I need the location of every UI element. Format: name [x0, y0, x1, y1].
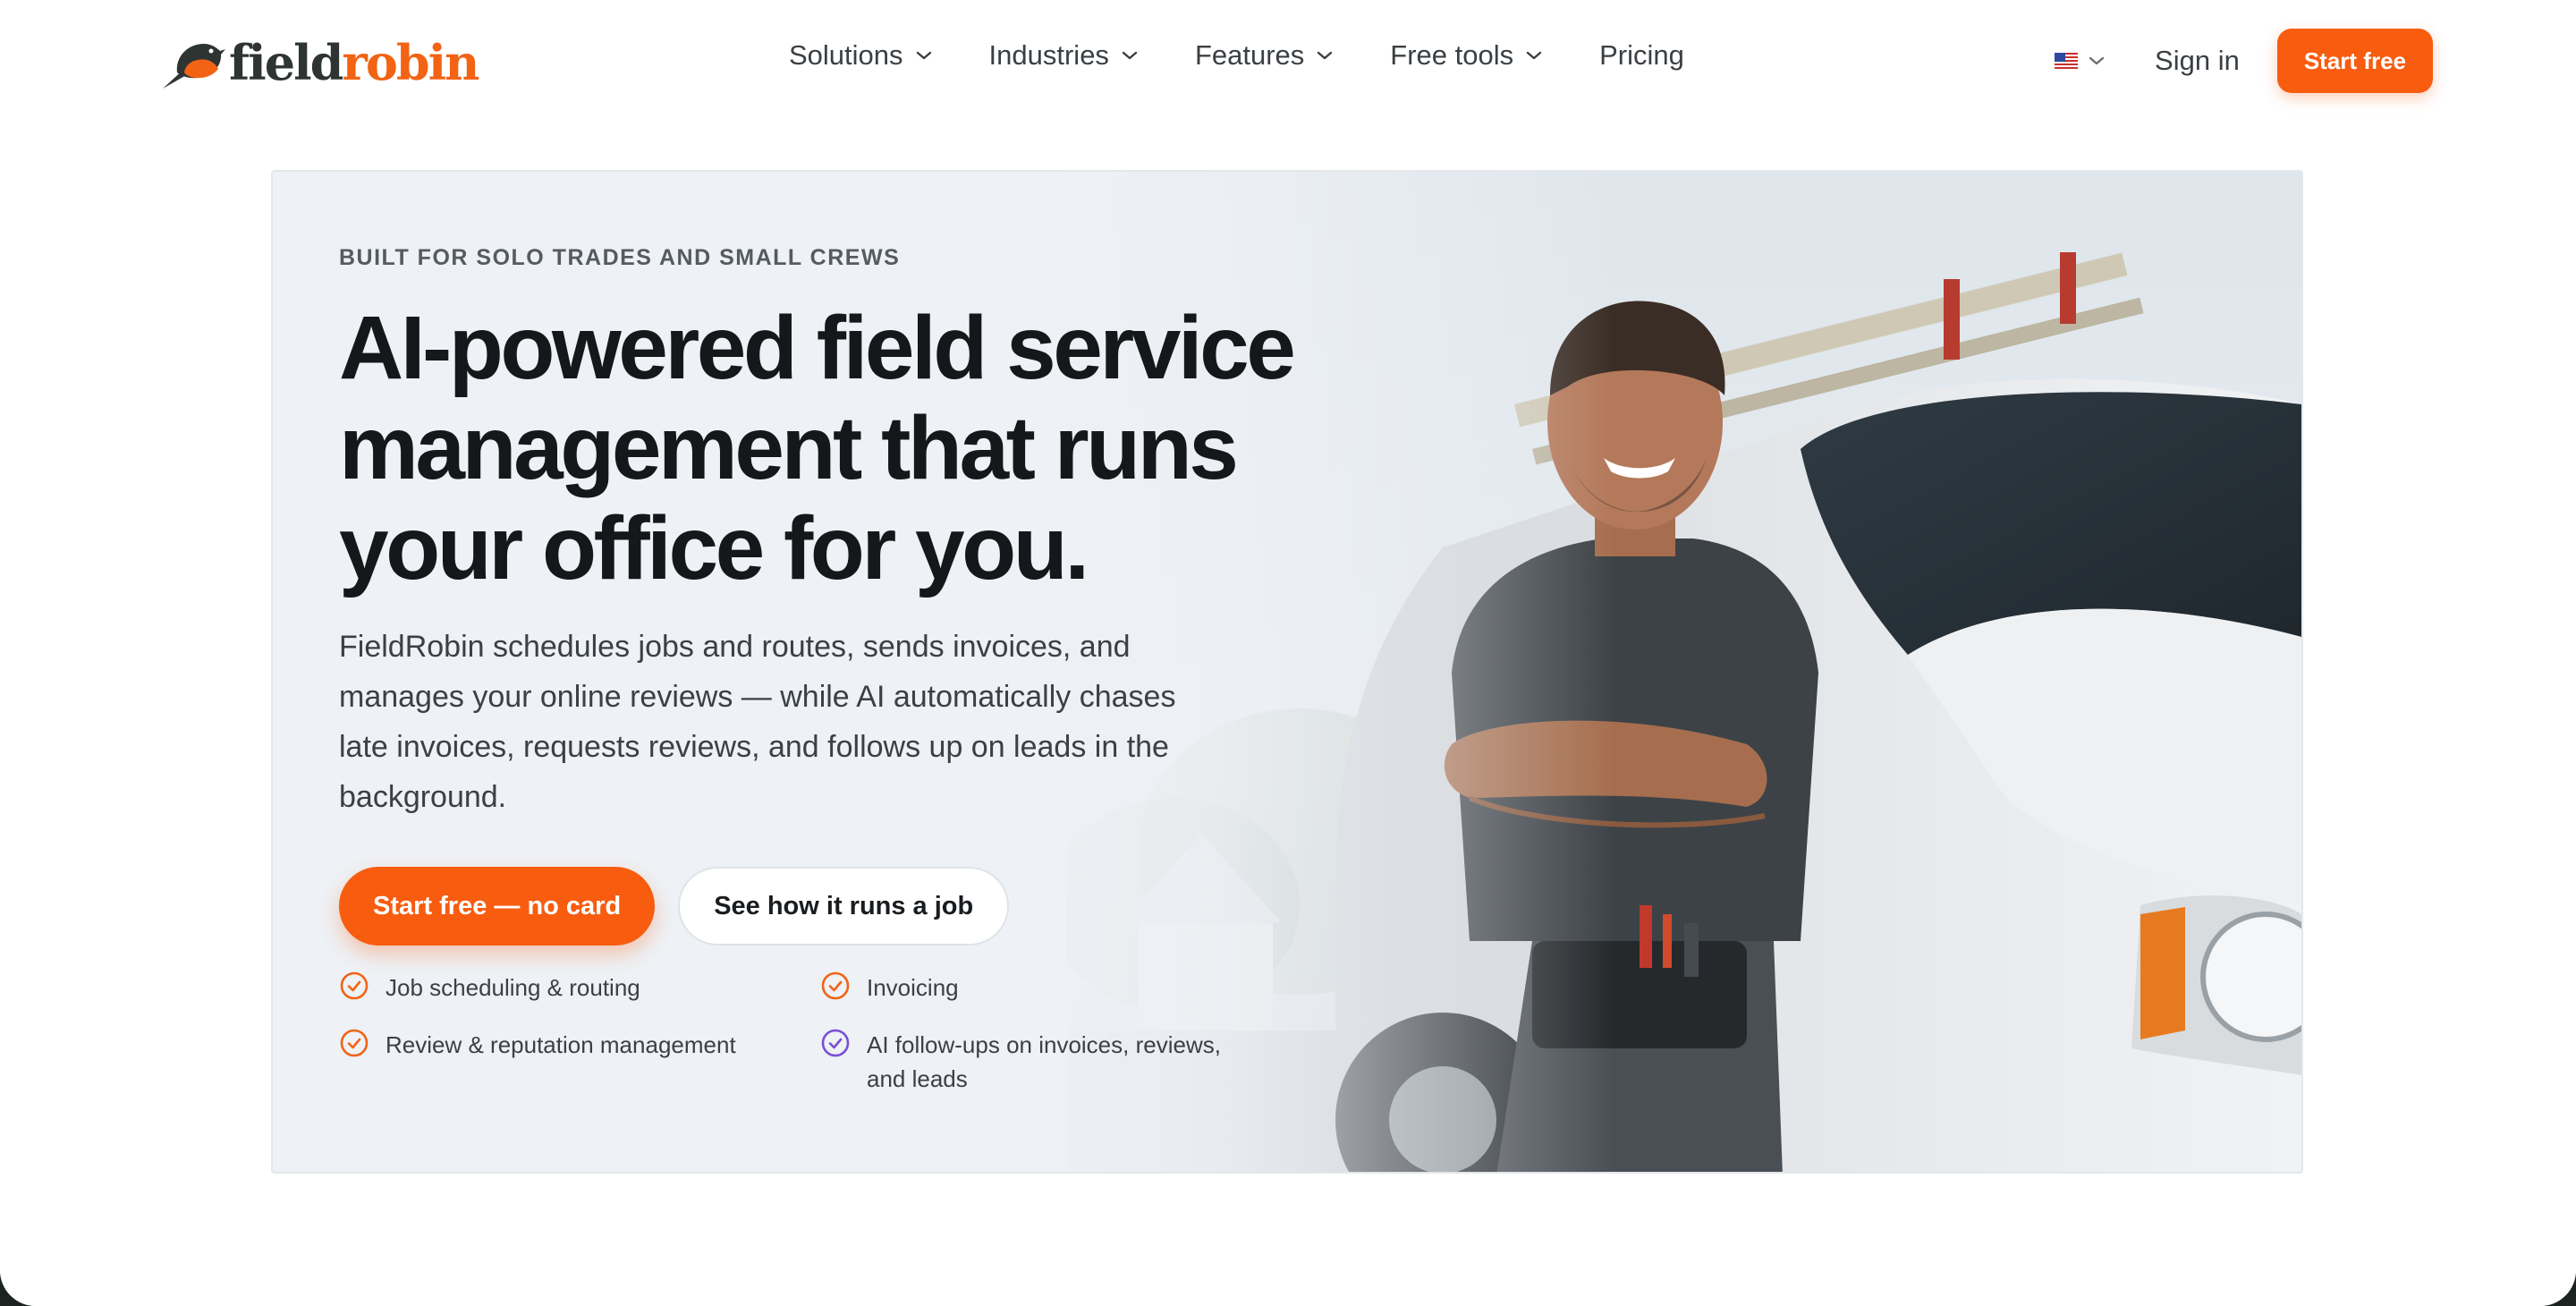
feature-label: Review & reputation management [386, 1031, 736, 1058]
check-circle-ai-icon [821, 1029, 850, 1057]
nav-solutions[interactable]: Solutions [789, 39, 932, 72]
hero-headline-line1: AI-powered field service [339, 298, 1296, 398]
us-flag-icon [2055, 53, 2079, 69]
chevron-down-icon [1526, 51, 1542, 60]
nav-right: Sign in Start free [2055, 29, 2433, 93]
hero-section: BUILT FOR SOLO TRADES AND SMALL CREWS AI… [271, 170, 2303, 1174]
feature-label: AI follow-ups on invoices, reviews, and … [867, 1031, 1221, 1092]
feature-label: Job scheduling & routing [386, 974, 640, 1001]
check-circle-icon [821, 971, 850, 1000]
chevron-down-icon [1122, 51, 1138, 60]
language-selector[interactable] [2055, 53, 2105, 69]
below-hero-area [0, 1174, 2576, 1306]
nav-free-tools-label: Free tools [1390, 39, 1514, 71]
sign-in-link[interactable]: Sign in [2155, 45, 2240, 77]
check-circle-icon [340, 1029, 369, 1057]
see-how-it-runs-button[interactable]: See how it runs a job [678, 867, 1010, 946]
chevron-down-icon [916, 51, 931, 60]
nav-pricing-label: Pricing [1599, 39, 1684, 71]
hero-eyebrow: BUILT FOR SOLO TRADES AND SMALL CREWS [339, 245, 901, 270]
nav-features[interactable]: Features [1195, 39, 1333, 72]
feature-item: AI follow-ups on invoices, reviews, and … [820, 1028, 1285, 1096]
chevron-down-icon [2089, 56, 2105, 65]
feature-list: Job scheduling & routing Invoicing Revie… [339, 971, 1412, 1096]
logo[interactable]: fieldrobin [157, 27, 479, 98]
nav-solutions-label: Solutions [789, 39, 903, 71]
top-nav: fieldrobin Solutions Industries Features… [0, 0, 2576, 125]
robin-bird-icon [163, 44, 225, 89]
feature-item: Job scheduling & routing [339, 971, 820, 1005]
nav-features-label: Features [1194, 39, 1305, 71]
chevron-down-icon [1318, 51, 1333, 60]
browser-window: fieldrobin Solutions Industries Features… [0, 0, 2576, 1306]
hero-content: BUILT FOR SOLO TRADES AND SMALL CREWS AI… [339, 245, 1412, 1096]
nav-industries[interactable]: Industries [989, 39, 1138, 72]
check-circle-icon [340, 971, 369, 1000]
logo-text-robin: robin [342, 34, 479, 91]
hero-headline: AI-powered field service management that… [339, 298, 1412, 598]
hero-headline-line2: management that runs [339, 398, 1239, 498]
hero-subcopy: FieldRobin schedules jobs and routes, se… [339, 630, 1176, 814]
nav-links: Solutions Industries Features Free tools… [789, 39, 1741, 72]
start-free-no-card-button[interactable]: Start free — no card [339, 867, 656, 946]
nav-pricing[interactable]: Pricing [1599, 39, 1684, 72]
feature-label: Invoicing [867, 974, 959, 1001]
hero-headline-line3: your office for you. [339, 498, 1089, 598]
nav-industries-label: Industries [988, 39, 1109, 71]
feature-item: Review & reputation management [339, 1028, 820, 1096]
start-free-button[interactable]: Start free [2276, 29, 2433, 93]
logo-text-field: field [229, 34, 343, 91]
hero-cta-row: Start free — no card See how it runs a j… [339, 867, 1412, 946]
nav-free-tools[interactable]: Free tools [1390, 39, 1542, 72]
feature-item: Invoicing [820, 971, 1285, 1005]
